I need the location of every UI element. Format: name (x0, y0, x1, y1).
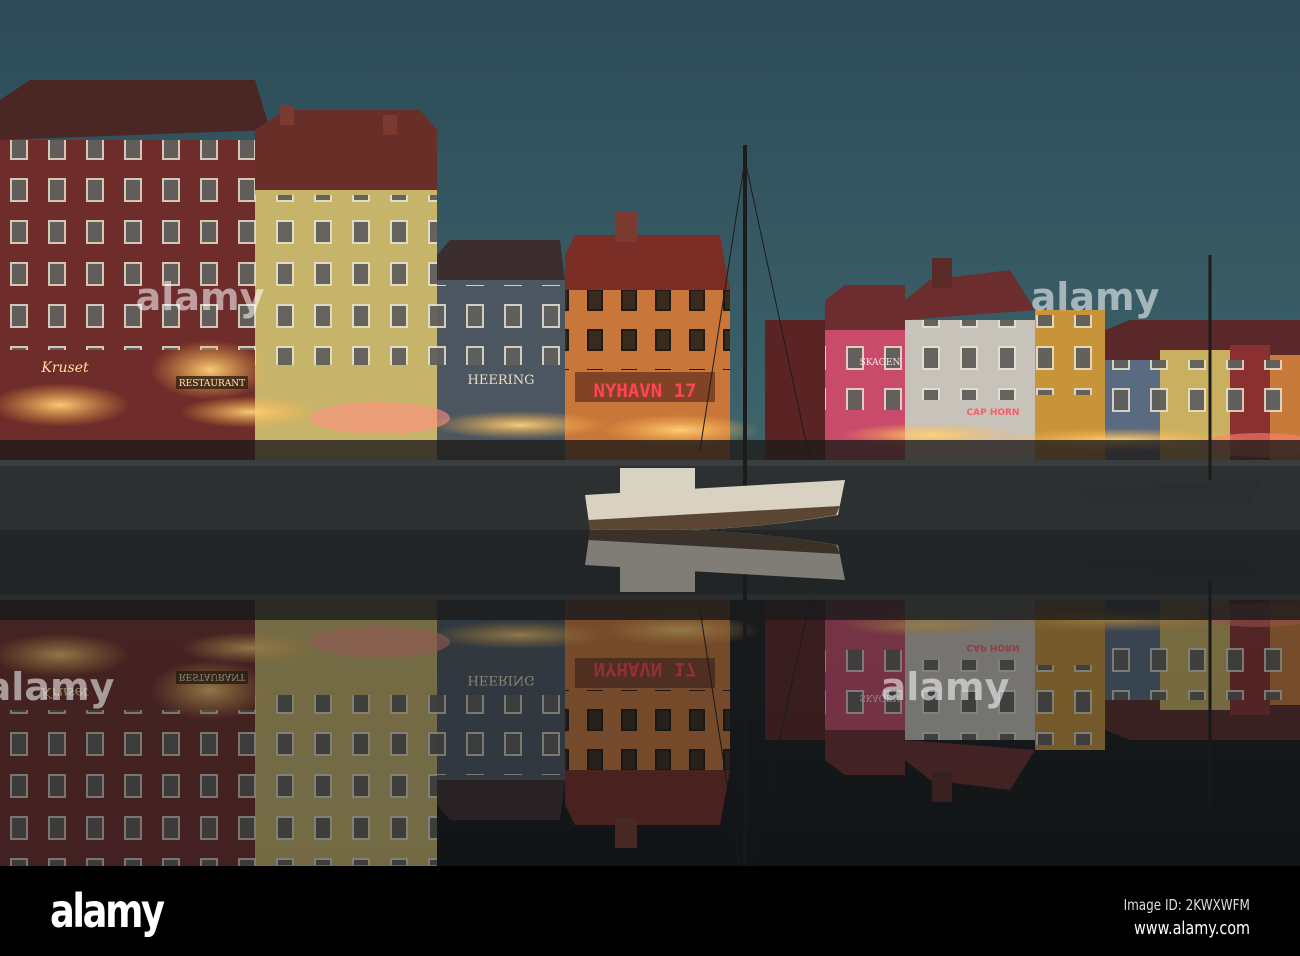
footer-bar: alamy Image ID: 2KWXWFM www.alamy.com (0, 866, 1300, 956)
sign-heering: HEERING (468, 373, 535, 388)
sign-restaurant: RESTAURANT (179, 379, 245, 389)
alamy-logo[interactable]: alamy (50, 884, 165, 938)
sign-skagen: SKAGEN (860, 358, 901, 368)
svg-text:alamy: alamy (1031, 275, 1160, 319)
svg-text:alamy: alamy (136, 275, 265, 319)
sign-kruset: Kruset (40, 360, 89, 376)
svg-text:alamy: alamy (0, 665, 115, 709)
sign-nyhavn-17: NYHAVN 17 (594, 380, 697, 402)
image-id: Image ID: 2KWXWFM (1123, 896, 1250, 914)
site-url[interactable]: www.alamy.com (1134, 918, 1250, 939)
sign-cap-horn: CAP HORN (967, 408, 1020, 418)
nyhavn-night-photo: NYHAVN 17 HEERING SKAGEN CAP HORN Kruset… (0, 0, 1300, 866)
svg-text:alamy: alamy (881, 665, 1010, 709)
